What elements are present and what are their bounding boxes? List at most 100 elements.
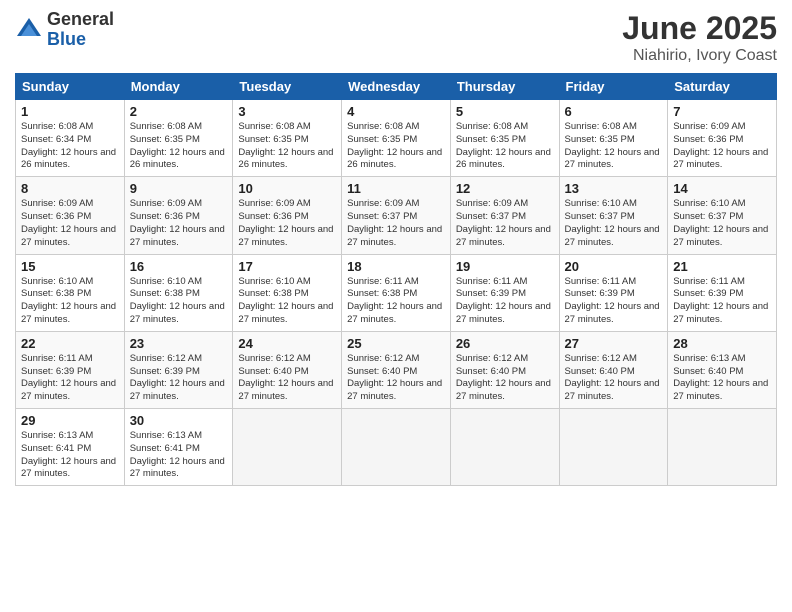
day-number: 25 bbox=[347, 336, 445, 351]
calendar-week-row: 8 Sunrise: 6:09 AM Sunset: 6:36 PM Dayli… bbox=[16, 177, 777, 254]
day-detail: Sunrise: 6:09 AM Sunset: 6:36 PM Dayligh… bbox=[130, 198, 228, 249]
calendar-cell: 1 Sunrise: 6:08 AM Sunset: 6:34 PM Dayli… bbox=[16, 100, 125, 177]
day-detail: Sunrise: 6:11 AM Sunset: 6:39 PM Dayligh… bbox=[565, 276, 663, 327]
day-detail: Sunrise: 6:11 AM Sunset: 6:39 PM Dayligh… bbox=[673, 276, 771, 327]
logo-icon bbox=[15, 16, 43, 44]
calendar-table: Sunday Monday Tuesday Wednesday Thursday… bbox=[15, 73, 777, 486]
calendar-cell: 23 Sunrise: 6:12 AM Sunset: 6:39 PM Dayl… bbox=[124, 331, 233, 408]
calendar-cell: 19 Sunrise: 6:11 AM Sunset: 6:39 PM Dayl… bbox=[450, 254, 559, 331]
logo-text: General Blue bbox=[47, 10, 114, 50]
day-number: 23 bbox=[130, 336, 228, 351]
day-detail: Sunrise: 6:08 AM Sunset: 6:35 PM Dayligh… bbox=[456, 121, 554, 172]
calendar-cell bbox=[450, 409, 559, 486]
header-monday: Monday bbox=[124, 74, 233, 100]
day-number: 21 bbox=[673, 259, 771, 274]
day-number: 17 bbox=[238, 259, 336, 274]
day-number: 13 bbox=[565, 181, 663, 196]
day-number: 8 bbox=[21, 181, 119, 196]
calendar-cell bbox=[668, 409, 777, 486]
day-number: 7 bbox=[673, 104, 771, 119]
calendar-cell: 2 Sunrise: 6:08 AM Sunset: 6:35 PM Dayli… bbox=[124, 100, 233, 177]
calendar-cell: 29 Sunrise: 6:13 AM Sunset: 6:41 PM Dayl… bbox=[16, 409, 125, 486]
day-detail: Sunrise: 6:12 AM Sunset: 6:40 PM Dayligh… bbox=[456, 353, 554, 404]
day-detail: Sunrise: 6:09 AM Sunset: 6:36 PM Dayligh… bbox=[673, 121, 771, 172]
day-detail: Sunrise: 6:08 AM Sunset: 6:35 PM Dayligh… bbox=[347, 121, 445, 172]
calendar-cell bbox=[559, 409, 668, 486]
calendar-cell: 14 Sunrise: 6:10 AM Sunset: 6:37 PM Dayl… bbox=[668, 177, 777, 254]
header-sunday: Sunday bbox=[16, 74, 125, 100]
calendar-cell: 15 Sunrise: 6:10 AM Sunset: 6:38 PM Dayl… bbox=[16, 254, 125, 331]
day-detail: Sunrise: 6:10 AM Sunset: 6:38 PM Dayligh… bbox=[130, 276, 228, 327]
calendar-cell bbox=[342, 409, 451, 486]
logo-general: General bbox=[47, 10, 114, 30]
day-number: 19 bbox=[456, 259, 554, 274]
weekday-header-row: Sunday Monday Tuesday Wednesday Thursday… bbox=[16, 74, 777, 100]
day-number: 3 bbox=[238, 104, 336, 119]
day-detail: Sunrise: 6:10 AM Sunset: 6:38 PM Dayligh… bbox=[238, 276, 336, 327]
day-number: 14 bbox=[673, 181, 771, 196]
calendar-cell: 7 Sunrise: 6:09 AM Sunset: 6:36 PM Dayli… bbox=[668, 100, 777, 177]
calendar-cell: 8 Sunrise: 6:09 AM Sunset: 6:36 PM Dayli… bbox=[16, 177, 125, 254]
calendar-cell: 24 Sunrise: 6:12 AM Sunset: 6:40 PM Dayl… bbox=[233, 331, 342, 408]
calendar-week-row: 22 Sunrise: 6:11 AM Sunset: 6:39 PM Dayl… bbox=[16, 331, 777, 408]
day-number: 27 bbox=[565, 336, 663, 351]
day-detail: Sunrise: 6:09 AM Sunset: 6:36 PM Dayligh… bbox=[238, 198, 336, 249]
calendar-cell: 3 Sunrise: 6:08 AM Sunset: 6:35 PM Dayli… bbox=[233, 100, 342, 177]
calendar-cell bbox=[233, 409, 342, 486]
day-detail: Sunrise: 6:09 AM Sunset: 6:36 PM Dayligh… bbox=[21, 198, 119, 249]
day-number: 11 bbox=[347, 181, 445, 196]
day-number: 10 bbox=[238, 181, 336, 196]
calendar-cell: 25 Sunrise: 6:12 AM Sunset: 6:40 PM Dayl… bbox=[342, 331, 451, 408]
day-number: 29 bbox=[21, 413, 119, 428]
day-number: 20 bbox=[565, 259, 663, 274]
calendar-cell: 12 Sunrise: 6:09 AM Sunset: 6:37 PM Dayl… bbox=[450, 177, 559, 254]
calendar-cell: 26 Sunrise: 6:12 AM Sunset: 6:40 PM Dayl… bbox=[450, 331, 559, 408]
day-number: 4 bbox=[347, 104, 445, 119]
day-detail: Sunrise: 6:11 AM Sunset: 6:39 PM Dayligh… bbox=[21, 353, 119, 404]
day-detail: Sunrise: 6:08 AM Sunset: 6:35 PM Dayligh… bbox=[130, 121, 228, 172]
day-detail: Sunrise: 6:08 AM Sunset: 6:35 PM Dayligh… bbox=[238, 121, 336, 172]
day-number: 26 bbox=[456, 336, 554, 351]
calendar-cell: 28 Sunrise: 6:13 AM Sunset: 6:40 PM Dayl… bbox=[668, 331, 777, 408]
calendar-cell: 6 Sunrise: 6:08 AM Sunset: 6:35 PM Dayli… bbox=[559, 100, 668, 177]
calendar-week-row: 29 Sunrise: 6:13 AM Sunset: 6:41 PM Dayl… bbox=[16, 409, 777, 486]
day-number: 18 bbox=[347, 259, 445, 274]
day-detail: Sunrise: 6:10 AM Sunset: 6:37 PM Dayligh… bbox=[673, 198, 771, 249]
calendar-cell: 30 Sunrise: 6:13 AM Sunset: 6:41 PM Dayl… bbox=[124, 409, 233, 486]
title-block: June 2025 Niahirio, Ivory Coast bbox=[622, 10, 777, 65]
day-detail: Sunrise: 6:10 AM Sunset: 6:37 PM Dayligh… bbox=[565, 198, 663, 249]
calendar-cell: 18 Sunrise: 6:11 AM Sunset: 6:38 PM Dayl… bbox=[342, 254, 451, 331]
calendar-cell: 17 Sunrise: 6:10 AM Sunset: 6:38 PM Dayl… bbox=[233, 254, 342, 331]
day-number: 15 bbox=[21, 259, 119, 274]
day-detail: Sunrise: 6:13 AM Sunset: 6:41 PM Dayligh… bbox=[130, 430, 228, 481]
day-detail: Sunrise: 6:09 AM Sunset: 6:37 PM Dayligh… bbox=[347, 198, 445, 249]
day-number: 22 bbox=[21, 336, 119, 351]
day-detail: Sunrise: 6:12 AM Sunset: 6:40 PM Dayligh… bbox=[238, 353, 336, 404]
calendar-cell: 10 Sunrise: 6:09 AM Sunset: 6:36 PM Dayl… bbox=[233, 177, 342, 254]
day-number: 2 bbox=[130, 104, 228, 119]
calendar-cell: 5 Sunrise: 6:08 AM Sunset: 6:35 PM Dayli… bbox=[450, 100, 559, 177]
header-wednesday: Wednesday bbox=[342, 74, 451, 100]
day-detail: Sunrise: 6:09 AM Sunset: 6:37 PM Dayligh… bbox=[456, 198, 554, 249]
header: General Blue June 2025 Niahirio, Ivory C… bbox=[15, 10, 777, 65]
day-number: 1 bbox=[21, 104, 119, 119]
logo-blue: Blue bbox=[47, 30, 114, 50]
calendar-cell: 4 Sunrise: 6:08 AM Sunset: 6:35 PM Dayli… bbox=[342, 100, 451, 177]
calendar-cell: 21 Sunrise: 6:11 AM Sunset: 6:39 PM Dayl… bbox=[668, 254, 777, 331]
day-detail: Sunrise: 6:10 AM Sunset: 6:38 PM Dayligh… bbox=[21, 276, 119, 327]
calendar-cell: 27 Sunrise: 6:12 AM Sunset: 6:40 PM Dayl… bbox=[559, 331, 668, 408]
header-friday: Friday bbox=[559, 74, 668, 100]
day-number: 9 bbox=[130, 181, 228, 196]
day-number: 30 bbox=[130, 413, 228, 428]
day-detail: Sunrise: 6:12 AM Sunset: 6:40 PM Dayligh… bbox=[347, 353, 445, 404]
calendar-week-row: 1 Sunrise: 6:08 AM Sunset: 6:34 PM Dayli… bbox=[16, 100, 777, 177]
calendar-cell: 22 Sunrise: 6:11 AM Sunset: 6:39 PM Dayl… bbox=[16, 331, 125, 408]
calendar-title: June 2025 bbox=[622, 10, 777, 47]
day-number: 5 bbox=[456, 104, 554, 119]
page: General Blue June 2025 Niahirio, Ivory C… bbox=[0, 0, 792, 612]
calendar-subtitle: Niahirio, Ivory Coast bbox=[622, 47, 777, 65]
calendar-cell: 11 Sunrise: 6:09 AM Sunset: 6:37 PM Dayl… bbox=[342, 177, 451, 254]
calendar-cell: 13 Sunrise: 6:10 AM Sunset: 6:37 PM Dayl… bbox=[559, 177, 668, 254]
day-detail: Sunrise: 6:08 AM Sunset: 6:35 PM Dayligh… bbox=[565, 121, 663, 172]
calendar-cell: 20 Sunrise: 6:11 AM Sunset: 6:39 PM Dayl… bbox=[559, 254, 668, 331]
